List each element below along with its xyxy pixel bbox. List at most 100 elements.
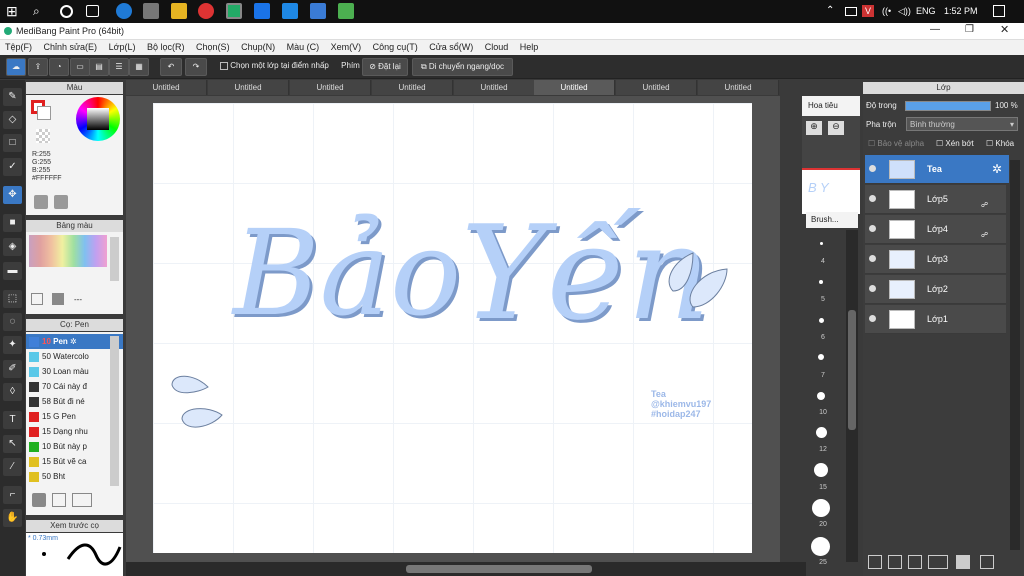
size-dot[interactable] (818, 354, 824, 360)
list-icon[interactable]: ☰ (109, 58, 129, 76)
menu-filter[interactable]: Bộ lọc(R) (142, 40, 189, 52)
eye-icon[interactable] (869, 225, 876, 232)
select-layer-checkbox[interactable] (220, 61, 228, 70)
layer-row[interactable]: Lớp2 (865, 275, 1006, 304)
store-icon[interactable] (143, 3, 159, 19)
brush-size-scrollbar[interactable] (846, 230, 858, 562)
settings-icon[interactable] (54, 195, 68, 209)
palette-swatches[interactable] (29, 235, 107, 267)
skype-icon[interactable] (282, 3, 298, 19)
palette-scrollbar[interactable] (110, 237, 119, 281)
share-icon[interactable]: ⇪ (28, 58, 48, 76)
select-tool-icon[interactable]: ⬚ (3, 290, 22, 308)
scroll-thumb[interactable] (406, 565, 592, 573)
move-hv-button[interactable]: ⧉ Di chuyển ngang/dọc (412, 58, 513, 76)
wifi-icon[interactable]: ((• (882, 6, 891, 16)
zoom-icon[interactable] (254, 3, 270, 19)
tab-untitled[interactable]: Untitled (290, 80, 371, 95)
operation-tool-icon[interactable]: ↖ (3, 435, 22, 453)
eye-icon[interactable] (869, 165, 876, 172)
copy-brush-icon[interactable] (52, 493, 66, 507)
brush-item[interactable]: 15 Dạng nhu (26, 424, 123, 439)
navigator-preview[interactable]: B Y (802, 168, 860, 214)
new-layer-icon[interactable] (868, 555, 882, 569)
color-panel-header[interactable]: Màu (26, 82, 123, 94)
language-label[interactable]: ENG (916, 6, 936, 16)
select-eraser-tool-icon[interactable]: ◊ (3, 383, 22, 401)
menu-edit[interactable]: Chỉnh sửa(E) (39, 40, 102, 52)
delete-palette-icon[interactable] (52, 293, 64, 305)
brush-size-header[interactable]: Brush... (806, 212, 858, 228)
navigator-header[interactable]: Hoa tiêu (802, 96, 860, 116)
document-icon[interactable]: ▤ (89, 58, 109, 76)
tab-untitled[interactable]: Untitled (208, 80, 289, 95)
hand-tool-icon[interactable]: ✋ (3, 509, 22, 527)
tab-untitled-active[interactable]: Untitled (534, 80, 615, 95)
excel-icon[interactable] (338, 3, 354, 19)
reset-button[interactable]: ⊘ Đặt lại (362, 58, 408, 76)
dot-tool-icon[interactable]: ✓ (3, 158, 22, 176)
add-brush-icon[interactable] (32, 493, 46, 507)
medibang-icon[interactable] (226, 3, 242, 19)
layer-row[interactable]: Lớp4 ☍ (865, 215, 1006, 244)
color-wheel[interactable] (76, 97, 120, 141)
brush-item[interactable]: 10 Pen ✲ (26, 334, 123, 349)
bucket-tool-icon[interactable]: ◈ (3, 238, 22, 256)
select-pen-tool-icon[interactable]: ✐ (3, 360, 22, 378)
brush-scrollbar[interactable] (110, 336, 119, 486)
size-dot[interactable] (811, 537, 830, 556)
menu-view[interactable]: Xem(V) (326, 40, 366, 52)
eye-icon[interactable] (869, 255, 876, 262)
grid-icon[interactable]: ▦ (129, 58, 149, 76)
gradient-tool-icon[interactable]: ▬ (3, 262, 22, 280)
new-palette-icon[interactable] (31, 293, 43, 305)
brush-menu-icon[interactable] (72, 493, 92, 507)
select-layer-option[interactable]: Chọn một lớp tại điểm nhấp (216, 58, 335, 76)
fill-rect-tool-icon[interactable]: ■ (3, 214, 22, 232)
volume-icon[interactable]: ◁)) (898, 6, 911, 17)
menu-window[interactable]: Cửa sổ(W) (424, 40, 477, 52)
edge-icon[interactable] (116, 3, 132, 19)
folder-icon[interactable] (171, 3, 187, 19)
menu-layer[interactable]: Lớp(L) (104, 40, 140, 52)
layer-row[interactable]: Lớp1 (865, 305, 1006, 334)
restore-icon[interactable]: ❐ (965, 24, 974, 35)
layer-scrollbar[interactable] (1010, 160, 1020, 550)
rect-select-tool-icon[interactable]: □ (3, 134, 22, 152)
palette-icon[interactable] (34, 195, 48, 209)
color-square[interactable] (87, 108, 109, 130)
brush-item[interactable]: 30 Loan màu (26, 364, 123, 379)
brush-item[interactable]: 15 G Pen (26, 409, 123, 424)
tab-untitled[interactable]: Untitled (126, 80, 207, 95)
background-color[interactable] (37, 106, 51, 120)
merge-layer-icon[interactable] (980, 555, 994, 569)
size-dot[interactable] (817, 392, 825, 400)
alpha-protect-option[interactable]: ☐ Bảo vệ alpha (868, 139, 924, 148)
opacity-slider[interactable] (905, 101, 991, 111)
size-dot[interactable] (819, 318, 824, 323)
size-dot[interactable] (819, 280, 823, 284)
transparent-color[interactable] (36, 129, 50, 143)
battery-icon[interactable] (845, 7, 857, 16)
zoom-in-icon[interactable]: ⊕ (806, 121, 822, 135)
horizontal-scrollbar[interactable] (126, 562, 806, 576)
redo-icon[interactable]: ↷ (185, 58, 207, 76)
tab-untitled[interactable]: Untitled (698, 80, 779, 95)
size-dot[interactable] (814, 463, 828, 477)
chrome-icon[interactable] (198, 3, 214, 19)
size-dot[interactable] (816, 427, 827, 438)
minimize-icon[interactable]: — (930, 24, 940, 35)
menu-tools[interactable]: Công cụ(T) (368, 40, 422, 52)
brush-tool-icon[interactable]: ✎ (3, 88, 22, 106)
magic-wand-tool-icon[interactable]: ✦ (3, 336, 22, 354)
menu-select[interactable]: Chọn(S) (191, 40, 234, 52)
eye-icon[interactable] (869, 315, 876, 322)
cloud-icon[interactable]: ☁ (6, 58, 26, 76)
eyedropper-tool-icon[interactable]: ⌐ (3, 486, 22, 504)
tab-untitled[interactable]: Untitled (372, 80, 453, 95)
clock[interactable]: 1:52 PM (944, 6, 978, 16)
eraser-tool-icon[interactable]: ◇ (3, 111, 22, 129)
gear-icon[interactable]: ✲ (70, 337, 77, 346)
divide-tool-icon[interactable]: ⁄ (3, 458, 22, 476)
tab-untitled[interactable]: Untitled (616, 80, 697, 95)
